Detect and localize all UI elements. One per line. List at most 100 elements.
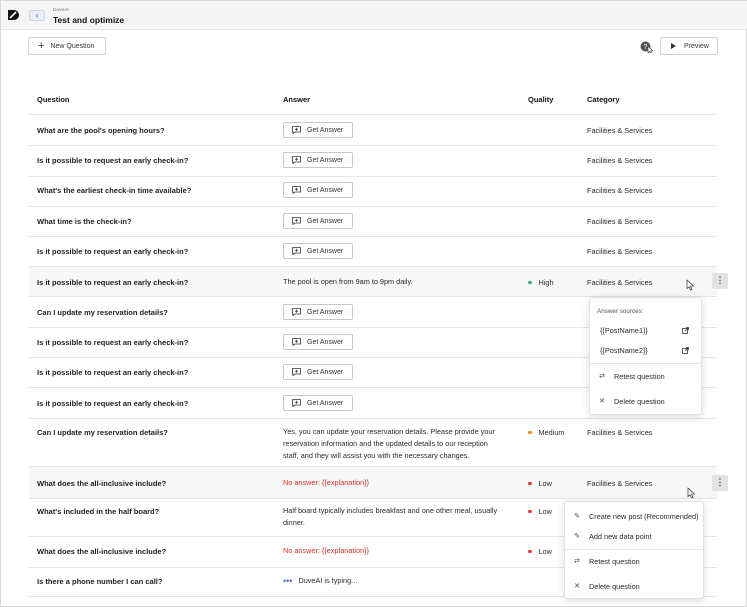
external-link-icon[interactable]	[682, 326, 689, 334]
retest-question-item[interactable]: ⇄ Retest question	[565, 555, 703, 567]
answer-text: The pool is open from 9am to 9pm daily.	[283, 277, 413, 286]
table-row[interactable]: Is it possible to request an early check…	[29, 267, 728, 296]
quality-badge: Low	[528, 547, 552, 556]
quality-low-dot	[528, 509, 532, 514]
answer-line: dinner.	[283, 518, 305, 527]
table-row[interactable]: Is it possible to request an early check…	[29, 146, 717, 176]
question-text: Can I update my reservation details?	[37, 428, 168, 437]
retest-label: Retest question	[589, 556, 640, 566]
retest-icon: ⇄	[599, 373, 605, 380]
quality-label: Low	[538, 507, 552, 516]
quality-medium-dot	[528, 430, 532, 435]
get-answer-button[interactable]: Get Answer	[283, 182, 353, 198]
answer-error-text: No answer: {{explanation}}	[283, 546, 370, 555]
question-text: Is it possible to request an early check…	[37, 247, 189, 256]
get-answer-label: Get Answer	[307, 247, 344, 255]
get-answer-button[interactable]: Get Answer	[283, 395, 353, 411]
question-text: What time is the check-in?	[37, 217, 132, 226]
category-text: Facilities & Services	[587, 247, 653, 256]
column-header-answer: Answer	[283, 95, 311, 104]
preview-button[interactable]: Preview	[660, 37, 718, 55]
retest-question-item[interactable]: ⇄ Retest question	[590, 370, 701, 382]
top-bar: ‹ DuveAI Test and optimize	[1, 1, 747, 30]
chat-plus-icon	[292, 156, 301, 164]
get-answer-button[interactable]: Get Answer	[283, 334, 353, 350]
source-name: {{PostName1}}	[600, 325, 648, 335]
brand-label: DuveAI	[53, 8, 69, 13]
create-post-label: Create new post (Recommended)	[589, 511, 699, 521]
close-icon: ✕	[599, 398, 605, 405]
table-row[interactable]: Is it possible to request an early check…	[29, 237, 717, 266]
question-text: What are the pool's opening hours?	[37, 126, 165, 135]
chat-plus-icon	[292, 308, 301, 316]
get-answer-button[interactable]: Get Answer	[283, 243, 353, 259]
quality-label: Low	[538, 479, 552, 488]
quality-low-dot	[528, 481, 532, 486]
chat-plus-icon	[292, 186, 301, 194]
get-answer-button[interactable]: Get Answer	[283, 152, 353, 168]
get-answer-label: Get Answer	[307, 338, 344, 346]
answer-error-text: No answer: {{explanation}}	[283, 478, 370, 487]
help-cursor-icon[interactable]: ?	[640, 41, 653, 53]
get-answer-button[interactable]: Get Answer	[283, 364, 353, 380]
chat-plus-icon	[292, 338, 301, 346]
quality-badge: Low	[528, 479, 552, 488]
source-link-postname2[interactable]: {{PostName2}}	[590, 344, 701, 356]
menu-divider	[590, 363, 701, 364]
get-answer-button[interactable]: Get Answer	[283, 304, 353, 320]
category-text: Facilities & Services	[587, 156, 653, 165]
preview-label: Preview	[684, 42, 709, 50]
chat-plus-icon	[292, 247, 301, 255]
typing-text: DuveAI is typing...	[298, 576, 358, 585]
duve-logo-icon	[8, 10, 19, 20]
typing-indicator: ••• DuveAI is typing...	[283, 575, 513, 587]
create-post-item[interactable]: ✎ Create new post (Recommended)	[565, 510, 703, 522]
source-link-postname1[interactable]: {{PostName1}}	[590, 324, 701, 336]
answer-text: Half board typically includes breakfast …	[283, 505, 513, 529]
new-question-button[interactable]: + New Question	[28, 37, 106, 55]
table-row[interactable]: What time is the check-in? Get Answer Fa…	[29, 207, 717, 236]
back-button[interactable]: ‹	[29, 10, 45, 21]
column-header-category: Category	[587, 95, 620, 104]
answer-line: staff, and they will assist you with the…	[283, 451, 470, 460]
get-answer-button[interactable]: Get Answer	[283, 213, 353, 229]
question-text: What does the all-inclusive include?	[37, 547, 167, 556]
answer-sources-heading: Answer sources:	[597, 308, 644, 315]
close-icon: ✕	[574, 583, 580, 590]
column-header-question: Question	[37, 95, 70, 104]
column-header-quality: Quality	[528, 95, 554, 104]
svg-text:?: ?	[644, 44, 648, 51]
row-actions-button[interactable]: ⋮	[712, 475, 728, 491]
category-text: Facilities & Services	[587, 126, 653, 135]
answer-line: Yes, you can update your reservation det…	[283, 427, 495, 436]
add-data-point-item[interactable]: ✎ Add new data point	[565, 530, 703, 542]
table-row[interactable]: What's the earliest check-in time availa…	[29, 177, 717, 206]
table-row[interactable]: What are the pool's opening hours? Get A…	[29, 115, 717, 145]
question-text: What's included in the half board?	[37, 507, 160, 516]
plus-icon: +	[38, 40, 45, 52]
mouse-cursor-icon	[686, 279, 695, 291]
quality-label: Medium	[538, 428, 565, 437]
row-actions-menu: ✎ Create new post (Recommended) ✎ Add ne…	[564, 501, 704, 599]
table-row[interactable]: Can I update my reservation details? Yes…	[29, 419, 717, 466]
quality-high-dot	[528, 280, 532, 285]
quality-badge: High	[528, 278, 554, 287]
get-answer-button[interactable]: Get Answer	[283, 122, 353, 138]
quality-badge: Low	[528, 507, 552, 516]
add-data-point-label: Add new data point	[589, 531, 652, 541]
answer-sources-menu: Answer sources: {{PostName1}} {{PostName…	[589, 297, 702, 415]
category-text: Facilities & Services	[587, 186, 653, 195]
delete-label: Delete question	[589, 581, 640, 591]
question-text: Is it possible to request an early check…	[37, 156, 189, 165]
table-row[interactable]: What does the all-inclusive include? No …	[29, 467, 728, 499]
chat-plus-icon	[292, 399, 301, 407]
row-actions-button[interactable]: ⋮	[712, 273, 728, 289]
delete-question-item[interactable]: ✕ Delete question	[590, 395, 701, 407]
quality-low-dot	[528, 549, 532, 554]
get-answer-label: Get Answer	[307, 399, 344, 407]
external-link-icon[interactable]	[682, 346, 689, 354]
get-answer-label: Get Answer	[307, 156, 344, 164]
delete-question-item[interactable]: ✕ Delete question	[565, 580, 703, 592]
menu-divider	[565, 549, 703, 550]
retest-icon: ⇄	[574, 558, 580, 565]
